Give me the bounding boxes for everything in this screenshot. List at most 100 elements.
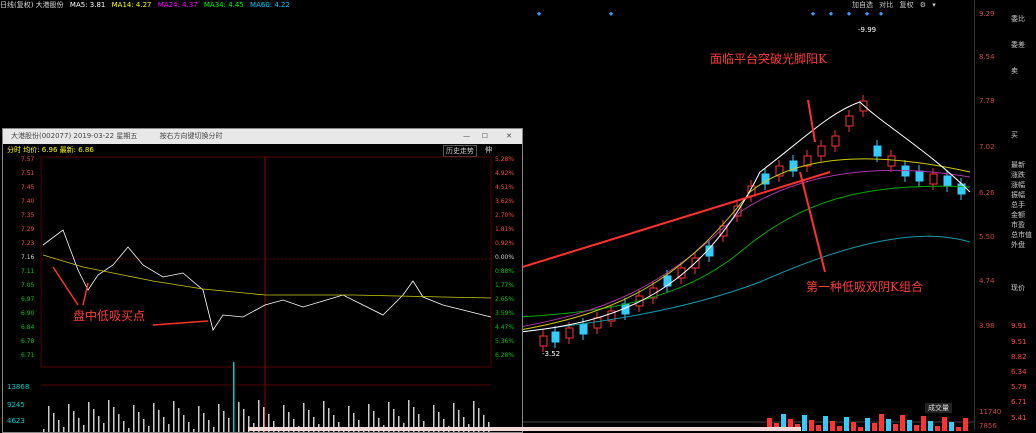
intraday-volume-bar	[138, 412, 140, 432]
gear-icon[interactable]: ⚙	[920, 1, 926, 9]
minimize-icon[interactable]: —	[463, 129, 470, 144]
volume-bar	[851, 422, 856, 431]
intraday-volume-bar	[153, 403, 155, 432]
popup-pct-tick: 0.00%	[495, 254, 515, 261]
intraday-volume-bar	[158, 410, 160, 432]
volume-bar	[942, 417, 947, 431]
high-price-marker: -9.99	[858, 26, 877, 34]
signal-marker	[846, 12, 852, 16]
popup-price-tick: 6.71	[21, 352, 35, 359]
intraday-popup-window[interactable]: 大港股份(002077) 2019-03-22 星期五 按右方向键切换分时 — …	[2, 128, 523, 433]
bottom-highlight-bar	[248, 427, 801, 431]
side-label: 涨跌	[1011, 171, 1025, 179]
expand-button[interactable]: 伸	[485, 145, 492, 155]
price-tick: 5.50	[979, 233, 995, 241]
popup-price-tick: 6.97	[21, 296, 35, 303]
side-value: 9.91	[1011, 322, 1027, 330]
intraday-volume-bar	[223, 411, 225, 432]
popup-price-tick: 7.40	[21, 198, 35, 205]
close-icon[interactable]: ✕	[506, 129, 512, 144]
intraday-volume-bar	[88, 402, 90, 432]
popup-price-tick: 6.78	[21, 338, 35, 345]
intraday-volume-bar	[98, 416, 100, 432]
candle-body	[887, 155, 896, 167]
candle-body	[943, 175, 952, 187]
intraday-volume-bar	[213, 427, 215, 432]
candle-body	[539, 335, 548, 347]
signal-marker	[878, 12, 884, 16]
ma14-label: MA14: 4.27	[111, 1, 152, 9]
maximize-icon[interactable]: ☐	[482, 129, 488, 144]
popup-info-line: 分时 均价: 6.96 最新: 6.86	[7, 146, 94, 154]
signal-marker	[864, 12, 870, 16]
intraday-volume-bar	[53, 413, 55, 432]
candle-body	[579, 323, 588, 335]
popup-pct-tick: 6.28%	[495, 352, 515, 359]
adjust-button[interactable]: 复权	[899, 1, 913, 9]
side-label: 市盈	[1011, 221, 1025, 229]
annotation-platform-breakout: 面临平台突破光脚阳K	[710, 52, 827, 66]
intraday-volume-bar	[198, 406, 200, 432]
candle-body	[551, 331, 560, 343]
side-value: 8.82	[1011, 353, 1027, 361]
intraday-volume-bar	[243, 409, 245, 432]
popup-price-tick: 6.84	[21, 324, 35, 331]
volume-bar	[802, 415, 807, 431]
intraday-volume-bar	[208, 420, 210, 432]
intraday-volume-bar	[78, 418, 80, 432]
intraday-volume-bar	[218, 404, 220, 432]
volume-tick: 7856	[979, 422, 997, 430]
popup-price-tick: 7.11	[21, 268, 35, 275]
side-value: 5.79	[1011, 383, 1027, 391]
popup-price-tick: 7.57	[21, 156, 35, 163]
price-tick: 8.54	[979, 53, 995, 61]
volume-bar	[837, 426, 842, 431]
intraday-volume-bar	[148, 426, 150, 432]
intraday-volume-bar	[143, 419, 145, 432]
intraday-volume-bar	[108, 400, 110, 432]
side-label: 现价	[1011, 284, 1025, 292]
candle-body	[565, 327, 574, 339]
popup-pct-tick: 5.36%	[495, 338, 515, 345]
side-label: 委差	[1011, 41, 1025, 49]
popup-price-tick: 7.51	[21, 170, 35, 177]
popup-pct-tick: 3.62%	[495, 198, 515, 205]
popup-pct-tick: 0.88%	[495, 268, 515, 275]
volume-indicator-button[interactable]: 成交量	[925, 403, 952, 413]
side-label: 总市值	[1011, 231, 1032, 239]
volume-bar	[830, 421, 835, 431]
chevron-down-icon[interactable]: ▾	[932, 1, 936, 9]
volume-bar	[816, 425, 821, 431]
popup-price-tick: 7.29	[21, 226, 35, 233]
annotation-double-yin: 第一种低吸双阴K组合	[806, 280, 923, 294]
side-label: 买	[1011, 131, 1018, 139]
popup-pct-tick: 2.65%	[495, 296, 515, 303]
volume-bar	[823, 416, 828, 431]
candle-body	[845, 115, 854, 127]
compare-button[interactable]: 对比	[879, 1, 893, 9]
volume-label: 4623	[7, 417, 25, 425]
candle-body	[593, 317, 602, 329]
side-value: 6.34	[1011, 368, 1027, 376]
popup-pct-tick: 1.77%	[495, 282, 515, 289]
candle-body	[663, 275, 672, 287]
popup-price-tick: 7.16	[21, 254, 35, 261]
annotation-intraday-buy: 盘中低吸买点	[73, 309, 146, 323]
side-value: 9.51	[1011, 338, 1027, 346]
candle-body	[915, 170, 924, 182]
volume-bar	[858, 427, 863, 431]
signal-marker	[828, 12, 834, 16]
side-label: 总手	[1011, 201, 1025, 209]
intraday-volume-bar	[118, 414, 120, 432]
ma5-label: MA5: 3.81	[69, 1, 106, 9]
add-favorite-button[interactable]: 加自选	[852, 1, 873, 9]
volume-bar	[844, 417, 849, 431]
intraday-volume-bar	[48, 406, 50, 432]
popup-titlebar[interactable]: 大港股份(002077) 2019-03-22 星期五 按右方向键切换分时 — …	[3, 129, 522, 144]
volume-bar	[872, 423, 877, 431]
ma24-label: MA24: 4.37	[157, 1, 198, 9]
intraday-volume-bar	[183, 415, 185, 432]
candle-body	[831, 135, 840, 147]
price-tick: 9.29	[979, 10, 995, 18]
volume-bar	[949, 422, 954, 431]
